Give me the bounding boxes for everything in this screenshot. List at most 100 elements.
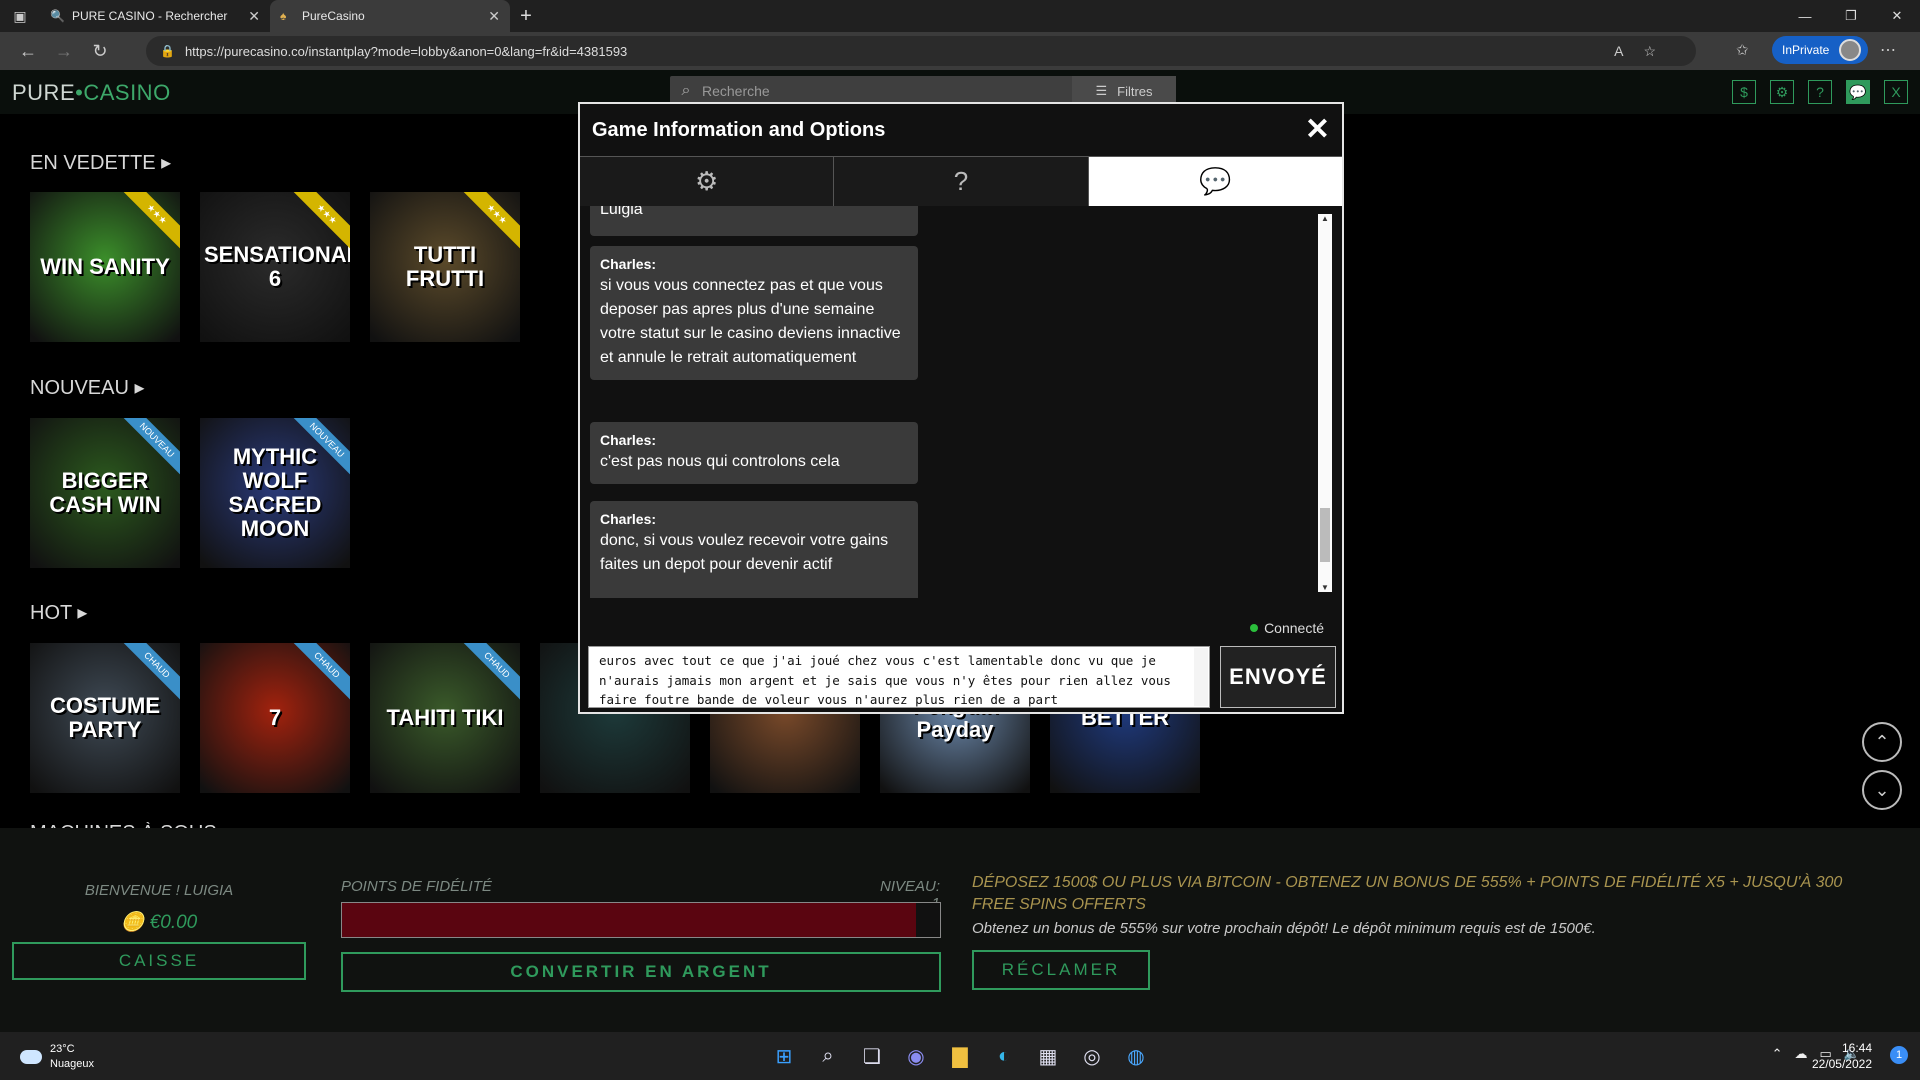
game-badge: ★★★ <box>119 192 180 252</box>
chat-scrollbar[interactable]: ▲ ▼ <box>1318 214 1332 592</box>
close-window-icon[interactable]: ✕ <box>1874 0 1920 32</box>
search-input[interactable]: Recherche <box>702 83 770 99</box>
chat-message: Charles: si vous vous connectez pas et q… <box>590 246 918 380</box>
scroll-down-arrow-icon[interactable]: ▼ <box>1318 583 1332 592</box>
chat-message: Luigia <box>590 206 918 236</box>
weather-widget[interactable]: 23°C Nuageux <box>20 1042 94 1072</box>
chat-icon[interactable]: 💬 <box>1846 80 1870 104</box>
tab-actions-icon[interactable]: ▣ <box>0 0 40 34</box>
app-icon[interactable]: ◍ <box>1120 1040 1152 1072</box>
message-author: Charles: <box>600 511 657 527</box>
tab-title: PURE CASINO - Rechercher <box>72 9 228 23</box>
game-tile[interactable]: SENSATIONAL 6 ★★★ <box>200 192 350 342</box>
question-icon: ? <box>953 166 969 196</box>
loyalty-progress-bar <box>341 902 941 938</box>
refresh-icon[interactable]: ↻ <box>82 33 118 69</box>
cashier-button[interactable]: CAISSE <box>12 942 306 980</box>
read-aloud-icon[interactable]: A <box>1614 43 1623 60</box>
taskbar: 23°C Nuageux ⊞ ⌕ ❏ ◉ ▇ ◐ ▦ ◎ ◍ ⌃ ☁ ▭ 🔈 1… <box>0 1032 1920 1080</box>
notification-badge[interactable]: 1 <box>1890 1046 1908 1064</box>
logo-casino: CASINO <box>83 80 171 105</box>
scroll-down-button[interactable]: ⌄ <box>1862 770 1902 810</box>
clock[interactable]: 16:44 22/05/2022 <box>1812 1040 1872 1072</box>
filters-label: Filtres <box>1117 83 1153 99</box>
game-title: TAHITI TIKI <box>386 705 504 730</box>
site-logo[interactable]: PURE•CASINO <box>12 80 171 106</box>
url-text: https://purecasino.co/instantplay?mode=l… <box>184 43 628 59</box>
game-tile[interactable]: COSTUME PARTY CHAUD <box>30 643 180 793</box>
edge-icon[interactable]: ◐ <box>988 1040 1020 1072</box>
convert-button[interactable]: CONVERTIR EN ARGENT <box>341 952 941 992</box>
message-text: si vous vous connectez pas et que vous d… <box>600 277 901 366</box>
minimize-icon[interactable]: — <box>1782 0 1828 32</box>
tab-chat[interactable]: 💬 <box>1088 157 1342 206</box>
onedrive-icon[interactable]: ☁ <box>1795 1046 1808 1062</box>
game-tile[interactable]: MYTHIC WOLF SACRED MOON NOUVEAU <box>200 418 350 568</box>
inprivate-label: InPrivate <box>1782 43 1830 57</box>
game-title: MYTHIC WOLF SACRED MOON <box>228 444 322 541</box>
game-tile[interactable]: 7 CHAUD <box>200 643 350 793</box>
settings-icon[interactable]: ⚙ <box>1770 80 1794 104</box>
forward-icon[interactable]: → <box>46 33 82 69</box>
game-tile[interactable]: TUTTI FRUTTI ★★★ <box>370 192 520 342</box>
scroll-thumb[interactable] <box>1320 508 1330 562</box>
tab-purecasino[interactable]: ♠ PureCasino ✕ <box>270 0 510 32</box>
teams-chat-icon[interactable]: ◉ <box>900 1040 932 1072</box>
modal-title: Game Information and Options <box>592 118 886 141</box>
url-field[interactable]: 🔒 https://purecasino.co/instantplay?mode… <box>146 36 1696 66</box>
file-explorer-icon[interactable]: ▇ <box>944 1040 976 1072</box>
start-icon[interactable]: ⊞ <box>768 1040 800 1072</box>
scroll-up-arrow-icon[interactable]: ▲ <box>1318 214 1332 223</box>
game-tile[interactable]: TAHITI TIKI CHAUD <box>370 643 520 793</box>
url-actions: A ☆ <box>1614 43 1656 60</box>
coins-icon[interactable]: $ <box>1732 80 1756 104</box>
close-tab-icon[interactable]: ✕ <box>488 8 500 25</box>
section-featured-title[interactable]: EN VEDETTE ▸ <box>30 150 171 175</box>
lock-icon[interactable]: 🔒 <box>160 44 175 58</box>
tab-settings[interactable]: ⚙ <box>580 157 835 206</box>
section-hot-title[interactable]: HOT ▸ <box>30 600 87 625</box>
game-tile[interactable]: WIN SANITY ★★★ <box>30 192 180 342</box>
promo-title: DÉPOSEZ 1500$ OU PLUS VIA BITCOIN - OBTE… <box>972 874 1843 913</box>
close-modal-icon[interactable]: ✕ <box>1305 112 1330 147</box>
more-options-icon[interactable]: ⋯ <box>1880 40 1896 60</box>
send-button[interactable]: ENVOYÉ <box>1220 646 1336 708</box>
scroll-up-button[interactable]: ⌃ <box>1862 722 1902 762</box>
claim-button[interactable]: RÉCLAMER <box>972 950 1150 990</box>
message-text: c'est pas nous qui controlons cela <box>600 453 840 470</box>
game-info-modal: Game Information and Options ✕ ⚙ ? 💬 Lui… <box>578 102 1344 714</box>
tab-help[interactable]: ? <box>834 157 1089 206</box>
app-icon[interactable]: ◎ <box>1076 1040 1108 1072</box>
add-favorite-icon[interactable]: ☆ <box>1643 43 1656 60</box>
close-tab-icon[interactable]: ✕ <box>248 8 260 25</box>
new-tab-button[interactable]: + <box>510 0 542 32</box>
loyalty-progress-fill <box>342 903 917 937</box>
game-tile[interactable]: BIGGER CASH WIN NOUVEAU <box>30 418 180 568</box>
chat-input[interactable]: euros avec tout ce que j'ai joué chez vo… <box>588 646 1210 708</box>
status-text: Connecté <box>1264 620 1324 636</box>
tab-search[interactable]: 🔍 PURE CASINO - Rechercher ✕ <box>40 0 270 32</box>
welcome-text: BIENVENUE ! LUIGIA <box>84 882 234 899</box>
task-view-icon[interactable]: ❏ <box>856 1040 888 1072</box>
account-footer: BIENVENUE ! LUIGIA 🪙 €0.00 CAISSE POINTS… <box>0 828 1920 1032</box>
window-controls: — ❐ ✕ <box>1782 0 1920 32</box>
time: 16:44 <box>1841 1041 1872 1055</box>
gear-icon: ⚙ <box>695 166 719 196</box>
search-favicon-icon: 🔍 <box>50 9 65 23</box>
logo-pure: PURE <box>12 80 76 105</box>
help-icon[interactable]: ? <box>1808 80 1832 104</box>
search-icon[interactable]: ⌕ <box>812 1040 844 1072</box>
inprivate-button[interactable]: InPrivate <box>1772 36 1868 64</box>
game-title: WIN SANITY <box>40 254 170 279</box>
chat-messages[interactable]: Luigia Charles: si vous vous connectez p… <box>580 206 1342 598</box>
back-icon[interactable]: ← <box>10 33 46 69</box>
temperature: 23°C <box>50 1043 75 1055</box>
header-icons: $ ⚙ ? 💬 X <box>1732 80 1908 104</box>
section-new-title[interactable]: NOUVEAU ▸ <box>30 375 145 400</box>
store-icon[interactable]: ▦ <box>1032 1040 1064 1072</box>
restore-icon[interactable]: ❐ <box>1828 0 1874 32</box>
close-icon[interactable]: X <box>1884 80 1908 104</box>
chevron-up-icon[interactable]: ⌃ <box>1772 1046 1783 1062</box>
input-scrollbar[interactable] <box>1194 648 1208 706</box>
favorites-icon[interactable]: ✩ <box>1736 41 1749 59</box>
